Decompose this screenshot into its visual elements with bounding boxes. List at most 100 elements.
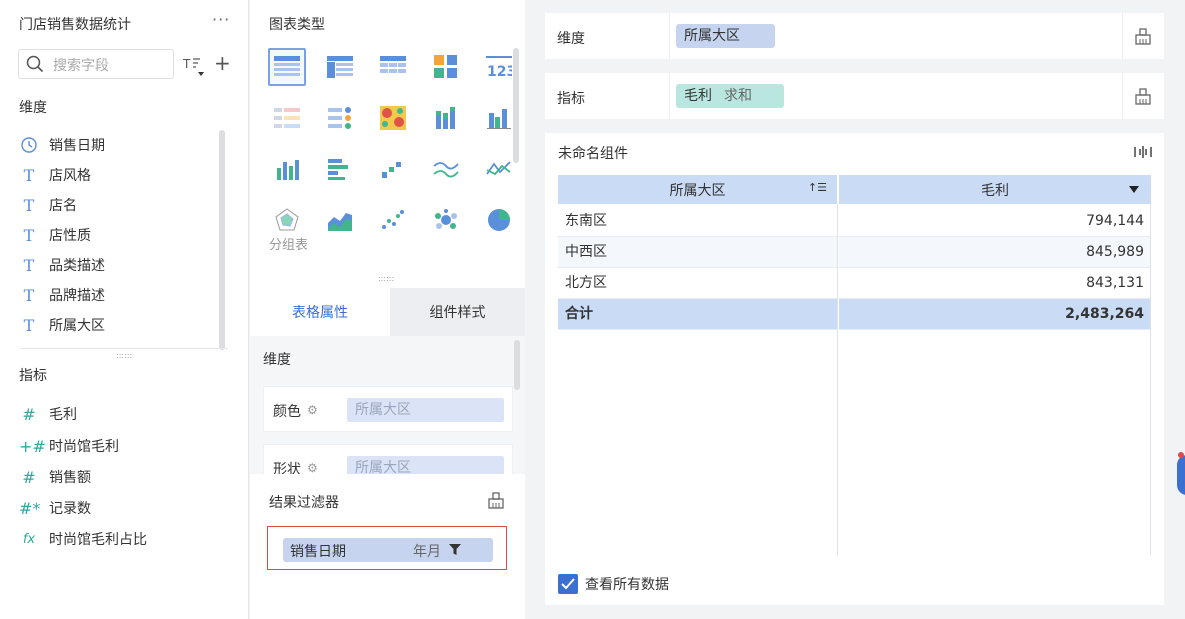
dimension-field-region[interactable]: T 所属大区 xyxy=(19,313,105,337)
metric-field-fashion-ratio[interactable]: fx 时尚馆毛利占比 xyxy=(19,527,147,551)
floating-assistant-button[interactable] xyxy=(1177,455,1185,495)
metric-pill-profit[interactable]: 毛利 求和 xyxy=(676,84,784,108)
kpi-grid-chart-icon[interactable] xyxy=(427,48,465,86)
search-input[interactable]: 搜索字段 xyxy=(18,49,174,79)
cell-value: 843,131 xyxy=(839,268,1151,299)
dimension-field-sales-date[interactable]: 销售日期 xyxy=(19,133,105,157)
tab-table-properties[interactable]: 表格属性 xyxy=(250,288,390,336)
resize-grip-icon[interactable]: :::::: xyxy=(116,351,132,360)
add-field-icon[interactable]: + xyxy=(214,53,231,73)
color-field-pill[interactable]: 所属大区 xyxy=(347,398,504,422)
waterfall-chart-icon[interactable] xyxy=(374,150,412,188)
config-tabs: 表格属性 组件样式 xyxy=(250,288,525,336)
dimension-scrollbar[interactable] xyxy=(219,130,225,350)
field-label: 时尚馆毛利 xyxy=(49,439,119,455)
search-placeholder: 搜索字段 xyxy=(53,58,109,74)
formula-icon: fx xyxy=(22,531,36,547)
stacked-bar-chart-icon[interactable] xyxy=(427,99,465,137)
calculated-number-icon: +# xyxy=(19,436,46,456)
metric-bar: 指标 毛利 求和 xyxy=(545,73,1164,119)
total-value: 2,483,264 xyxy=(839,299,1151,330)
text-type-icon: T xyxy=(23,285,35,305)
gear-icon[interactable]: ⚙ xyxy=(307,461,318,474)
clear-dimension-icon[interactable] xyxy=(1133,26,1153,46)
horizontal-bar-chart-icon[interactable] xyxy=(321,150,359,188)
caret-down-icon[interactable] xyxy=(1129,186,1139,193)
chart-type-scrollbar[interactable] xyxy=(513,48,519,163)
column-header-profit[interactable]: 毛利 xyxy=(839,175,1151,204)
area-chart-icon[interactable] xyxy=(321,201,359,239)
field-label: 销售日期 xyxy=(49,138,105,154)
divider xyxy=(1122,13,1123,59)
column-width-icon[interactable] xyxy=(1133,144,1153,160)
result-filter-title: 结果过滤器 xyxy=(269,495,339,511)
heatmap-chart-icon[interactable] xyxy=(374,99,412,137)
dimension-bar: 维度 所属大区 xyxy=(545,13,1164,59)
dataset-title: 门店销售数据统计 xyxy=(19,17,131,33)
dimension-field-category[interactable]: T 品类描述 xyxy=(19,253,105,277)
grouped-table-chart-icon[interactable] xyxy=(268,48,306,86)
pie-chart-icon[interactable] xyxy=(480,201,518,239)
funnel-icon[interactable] xyxy=(449,544,461,556)
cell-value: 845,989 xyxy=(839,237,1151,268)
cross-table-chart-icon[interactable] xyxy=(321,48,359,86)
metric-field-record-count[interactable]: #* 记录数 xyxy=(19,496,91,520)
field-label: 店名 xyxy=(49,198,77,214)
dimension-field-store-style[interactable]: T 店风格 xyxy=(19,163,91,187)
dimensions-label: 维度 xyxy=(19,100,47,116)
metric-field-fashion-profit[interactable]: +# 时尚馆毛利 xyxy=(19,434,119,458)
column-header-label: 毛利 xyxy=(981,182,1009,199)
field-label: 店性质 xyxy=(49,228,91,244)
sort-icon[interactable]: ↑☰ xyxy=(808,181,827,194)
dimension-field-store-nature[interactable]: T 店性质 xyxy=(19,223,91,247)
cell-value: 794,144 xyxy=(839,206,1151,237)
clear-filter-icon[interactable] xyxy=(486,490,506,510)
cell-region: 北方区 xyxy=(558,268,837,299)
dimension-pill-region[interactable]: 所属大区 xyxy=(676,24,775,48)
more-icon[interactable]: ··· xyxy=(212,10,230,29)
metric-field-sales[interactable]: # 销售额 xyxy=(19,465,91,489)
metrics-label: 指标 xyxy=(19,368,47,384)
field-label: 销售额 xyxy=(49,470,91,486)
text-type-icon: T xyxy=(23,255,35,275)
scatter-chart-icon[interactable] xyxy=(374,201,412,239)
sales-date-filter-pill[interactable]: 销售日期 年月 xyxy=(283,538,493,562)
search-icon xyxy=(26,55,44,73)
column-divider xyxy=(1150,204,1151,555)
comparison-table-chart-icon[interactable] xyxy=(268,99,306,137)
column-header-region[interactable]: 所属大区 ↑☰ xyxy=(558,175,837,204)
bubble-chart-icon[interactable] xyxy=(427,201,465,239)
field-label: 所属大区 xyxy=(49,318,105,334)
table-row: 东南区 794,144 xyxy=(558,206,1151,237)
checkbox-checked-icon[interactable] xyxy=(558,574,578,594)
indicator-list-chart-icon[interactable] xyxy=(321,99,359,137)
canvas-panel: 维度 所属大区 指标 毛利 求和 未命名组件 所属大区 ↑☰ 毛利 东南区 794,1… xyxy=(535,0,1185,619)
number-type-icon: # xyxy=(22,404,36,424)
shape-field-pill[interactable]: 所属大区 xyxy=(347,456,504,474)
divider xyxy=(669,73,670,119)
resize-grip-icon[interactable]: :::::: xyxy=(378,274,394,283)
widget-title[interactable]: 未命名组件 xyxy=(558,143,628,163)
view-all-label: 查看所有数据 xyxy=(585,577,669,593)
dimension-field-brand[interactable]: T 品牌描述 xyxy=(19,283,105,307)
tab-component-style[interactable]: 组件样式 xyxy=(390,288,525,336)
svg-text:123: 123 xyxy=(487,64,512,78)
gear-icon[interactable]: ⚙ xyxy=(307,403,318,417)
result-filter-section: 结果过滤器 销售日期 年月 xyxy=(250,474,525,619)
properties-scrollbar[interactable] xyxy=(514,340,520,390)
dimension-field-store-name[interactable]: T 店名 xyxy=(19,193,77,217)
notification-dot xyxy=(1178,452,1184,458)
detail-table-chart-icon[interactable] xyxy=(374,48,412,86)
view-all-data-toggle[interactable]: 查看所有数据 xyxy=(558,574,669,594)
clear-metric-icon[interactable] xyxy=(1133,86,1153,106)
field-label: 毛利 xyxy=(49,407,77,423)
metric-field-profit[interactable]: # 毛利 xyxy=(19,402,77,426)
column-chart-icon[interactable] xyxy=(268,150,306,188)
shape-property[interactable]: 形状 ⚙ 所属大区 xyxy=(263,444,513,474)
line-chart-icon[interactable] xyxy=(427,150,465,188)
filter-granularity: 年月 xyxy=(413,544,441,560)
sort-filter-icon[interactable]: T xyxy=(183,55,207,77)
field-label: 品牌描述 xyxy=(49,288,105,304)
color-property[interactable]: 颜色 ⚙ 所属大区 xyxy=(263,386,513,432)
metric-bar-label: 指标 xyxy=(557,91,585,107)
